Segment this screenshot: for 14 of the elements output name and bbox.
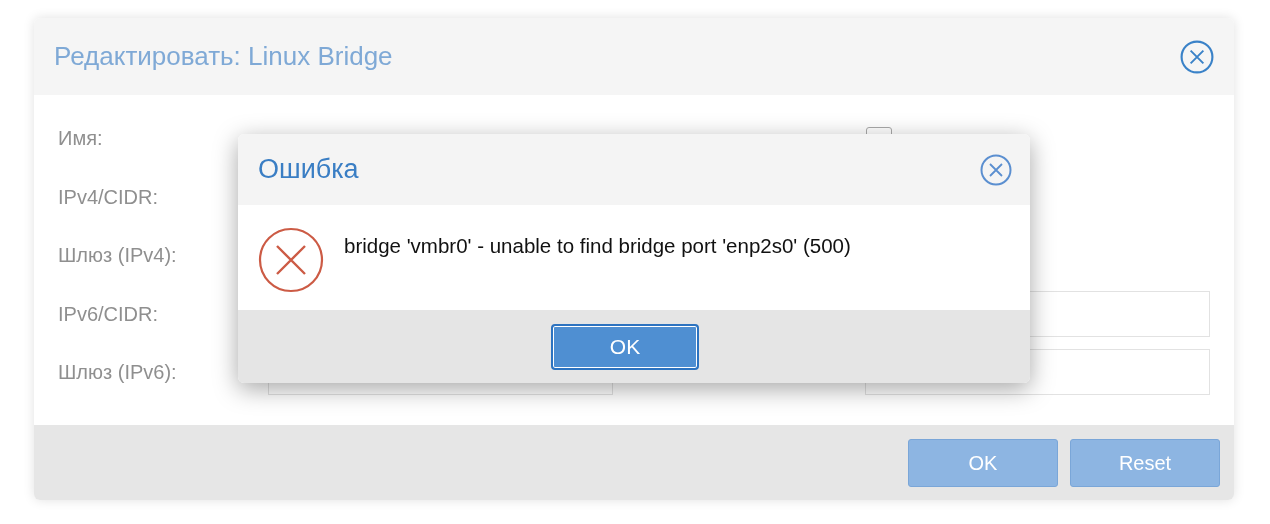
dialog-title: Ошибка <box>258 153 359 187</box>
ok-button[interactable]: OK <box>908 438 1058 487</box>
dialog-title: Редактировать: Linux Bridge <box>54 40 393 73</box>
field-label: IPv4/CIDR: <box>58 184 160 210</box>
error-message: bridge 'vmbr0' - unable to find bridge port 'enp2s0' (500) <box>344 233 851 259</box>
close-icon[interactable] <box>1180 39 1214 74</box>
field-label: IPv6/CIDR: <box>58 301 160 327</box>
field-label: Шлюз (IPv6): <box>58 360 178 386</box>
reset-button[interactable]: Reset <box>1070 438 1220 487</box>
error-icon <box>258 227 324 293</box>
field-label: Шлюз (IPv4): <box>58 243 178 269</box>
ok-button[interactable]: OK <box>551 323 699 370</box>
close-icon[interactable] <box>980 153 1012 186</box>
field-label: Имя: <box>58 126 104 152</box>
